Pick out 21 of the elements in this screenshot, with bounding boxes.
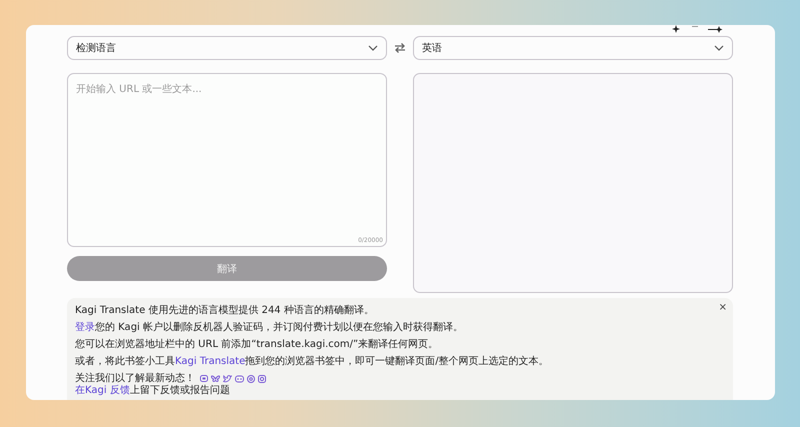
close-button[interactable]: × — [718, 302, 727, 313]
butterfly-icon[interactable] — [211, 375, 220, 383]
chat-icon[interactable] — [200, 375, 208, 383]
follow-text: 关注我们以了解最新动态！ — [75, 373, 195, 384]
chevron-down-icon — [714, 45, 724, 51]
chevron-down-icon — [368, 45, 378, 51]
bird-icon[interactable] — [223, 375, 232, 383]
info-text: 登录您的 Kagi 帐户以删除反机器人验证码，并订阅付费计划以便在您输入时获得翻译。 — [75, 322, 463, 334]
link[interactable]: 登录 — [75, 322, 95, 333]
sparkles-drawing — [672, 25, 724, 33]
swap-icon[interactable] — [394, 42, 406, 54]
feedback-text: 在Kagi 反馈上留下反馈或报告问题 — [75, 385, 230, 396]
source-language-select[interactable]: 检测语言 — [67, 36, 387, 60]
info-text: 您可以在浏览器地址栏中的 URL 前添加“translate.kagi.com/”来翻译任何网页。 — [75, 339, 438, 351]
link[interactable]: Kagi Translate — [175, 356, 246, 367]
camera-icon[interactable] — [258, 375, 266, 383]
info-text: 或者，将此书签小工具Kagi Translate拖到您的浏览器书签中，即可一键翻译页面/整个网页上选定的文本。 — [75, 356, 549, 368]
target-language-select[interactable]: 英语 — [413, 36, 733, 60]
feedback-link[interactable]: 在Kagi 反馈 — [75, 385, 130, 396]
info-text: Kagi Translate 使用先进的语言模型提供 244 种语言的精确翻译。 — [75, 305, 374, 317]
game-controller-icon[interactable] — [235, 375, 244, 383]
